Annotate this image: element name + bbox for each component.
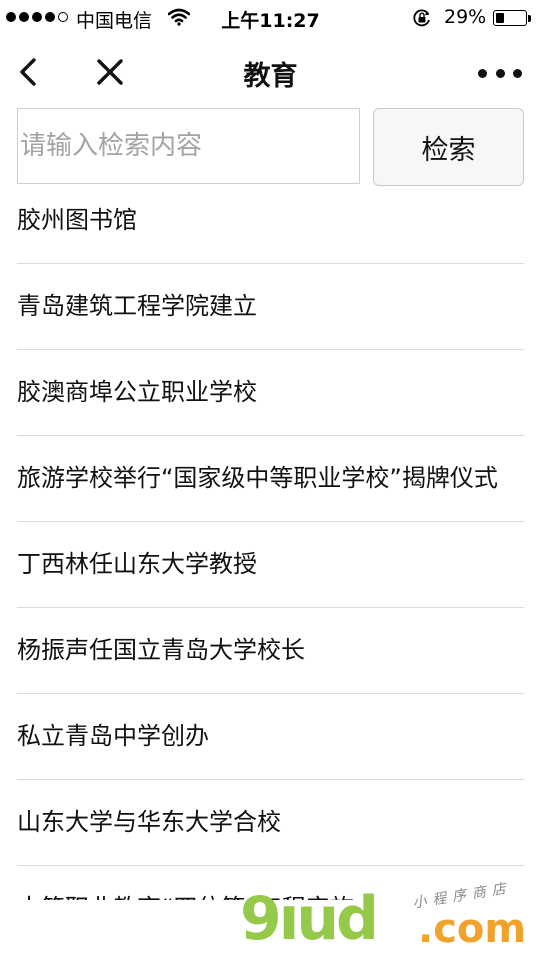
- battery-percent: 29%: [444, 6, 487, 28]
- list-item[interactable]: 旅游学校举行“国家级中等职业学校”揭牌仪式: [17, 436, 524, 522]
- wifi-icon: [167, 8, 191, 31]
- status-bar: 中国电信 上午11:27 29%: [0, 0, 541, 36]
- page-title: 教育: [243, 61, 298, 92]
- more-dots-icon: [513, 68, 522, 78]
- more-dots-icon: [495, 68, 505, 78]
- orientation-lock-icon: [412, 8, 432, 33]
- more-dots-icon: [478, 68, 487, 78]
- list-item[interactable]: 杨振声任国立青岛大学校长: [17, 608, 524, 694]
- carrier-label: 中国电信: [76, 10, 153, 32]
- list-item[interactable]: 山东大学与华东大学合校: [17, 780, 524, 866]
- battery-cap: [528, 15, 531, 22]
- back-button[interactable]: [14, 52, 46, 92]
- close-button[interactable]: [92, 52, 128, 92]
- signal-dots-icon: [6, 12, 68, 22]
- more-button[interactable]: [478, 58, 522, 88]
- result-list: 胶州图书馆 青岛建筑工程学院建立 胶澳商埠公立职业学校 旅游学校举行“国家级中等…: [17, 178, 524, 900]
- list-item[interactable]: 青岛建筑工程学院建立: [17, 264, 524, 350]
- back-arrow-icon: [20, 58, 36, 86]
- search-button[interactable]: 检索: [373, 108, 524, 186]
- nav-bar: 教育: [0, 36, 541, 106]
- list-item[interactable]: 胶澳商埠公立职业学校: [17, 350, 524, 436]
- clock: 上午11:27: [221, 10, 320, 32]
- close-icon: [97, 59, 123, 85]
- battery-icon: [493, 10, 527, 26]
- list-item[interactable]: 胶州图书馆: [17, 178, 524, 264]
- list-item[interactable]: 古籍职业教育“四位等”工程实施: [17, 866, 524, 900]
- list-item[interactable]: 私立青岛中学创办: [17, 694, 524, 780]
- list-item[interactable]: 丁西林任山东大学教授: [17, 522, 524, 608]
- watermark-suffix: .com: [418, 906, 527, 952]
- search-input[interactable]: [17, 108, 360, 184]
